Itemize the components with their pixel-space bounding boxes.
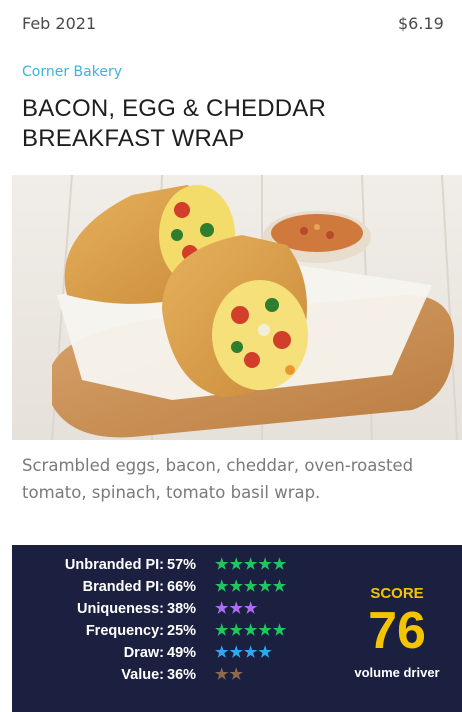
metric-value: 38% (167, 601, 197, 617)
metric-value: 66% (167, 579, 197, 595)
metric-label: Draw: (123, 645, 164, 661)
metric-value: 57% (167, 557, 197, 573)
metric-row: Branded PI: 66% ★★★★★ (12, 577, 312, 599)
metrics-list: Unbranded PI: 57% ★★★★★ Branded PI: 66% ★★★★★… (12, 555, 312, 687)
metric-row: Uniqueness: 38% ★★★ (12, 599, 312, 621)
metric-row: Value: 36% ★★ (12, 665, 312, 687)
metric-row: Draw: 49% ★★★★ (12, 643, 312, 665)
star-rating-icon: ★★★★★ (215, 622, 288, 639)
metric-value: 49% (167, 645, 197, 661)
metrics-panel: Unbranded PI: 57% ★★★★★ Branded PI: 66% ★★★★★… (12, 545, 462, 712)
metric-label: Frequency: (85, 623, 164, 639)
star-rating-icon: ★★★ (215, 600, 259, 617)
star-rating-icon: ★★★★★ (215, 556, 288, 573)
header-row: Feb 2021 $6.19 (0, 0, 462, 52)
metric-value: 36% (167, 667, 197, 683)
metric-row: Unbranded PI: 57% ★★★★★ (12, 555, 312, 577)
metric-value: 25% (167, 623, 197, 639)
score-subtitle: volume driver (354, 665, 440, 680)
star-rating-icon: ★★★★ (215, 644, 273, 661)
item-description: Scrambled eggs, bacon, cheddar, oven-roa… (22, 456, 414, 502)
item-title: BACON, EGG & CHEDDAR BREAKFAST WRAP (22, 95, 327, 152)
brand-link[interactable]: Corner Bakery (22, 64, 122, 80)
star-rating-icon: ★★★★★ (215, 578, 288, 595)
price-label: $6.19 (398, 14, 444, 33)
item-photo (12, 175, 462, 440)
star-rating-icon: ★★ (215, 666, 244, 683)
date-label: Feb 2021 (22, 14, 97, 33)
metric-label: Branded PI: (82, 579, 164, 595)
score-value: 76 (368, 602, 426, 660)
metric-row: Frequency: 25% ★★★★★ (12, 621, 312, 643)
metric-label: Uniqueness: (76, 601, 164, 617)
metric-label: Value: (121, 667, 164, 683)
metric-label: Unbranded PI: (64, 557, 164, 573)
